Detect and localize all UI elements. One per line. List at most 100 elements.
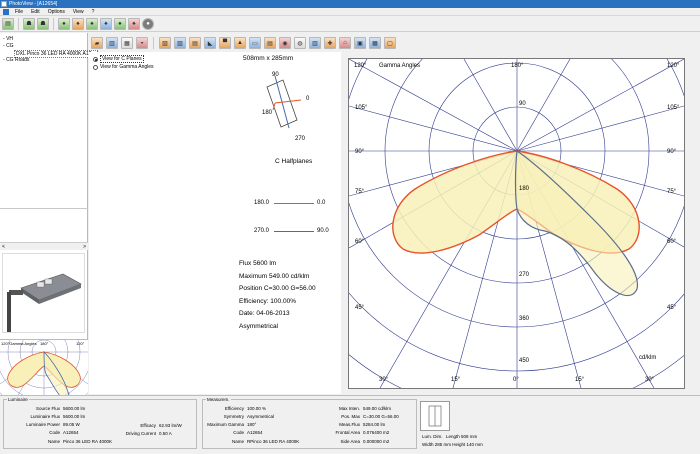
house-icon[interactable]: ⌂	[339, 37, 351, 49]
menu-bar: File Edit Options View ?	[0, 8, 700, 16]
halfplane-right-value: 90.0	[317, 228, 329, 234]
radio-dot[interactable]	[93, 64, 98, 70]
tree-horizontal-scrollbar[interactable]: < >	[0, 242, 88, 250]
window-title: PhotoView - [A12654]	[9, 1, 58, 7]
radial-label: 180	[519, 186, 530, 192]
lamp-edit-icon[interactable]: ♠	[86, 17, 98, 30]
view-cplanes-radio[interactable]: View for C Planes	[93, 55, 144, 63]
file-tree: - VH - CG DXL Pinco 36 LED RA 4000K A12.…	[0, 33, 98, 209]
bar-chart-icon[interactable]: ▥	[106, 37, 118, 49]
gauge-icon[interactable]: ◉	[279, 37, 291, 49]
utilization-icon[interactable]: ▤	[189, 37, 201, 49]
menu-help[interactable]: ?	[88, 9, 99, 15]
title-bar: PhotoView - [A12654]	[0, 0, 700, 8]
diagram-toolbar: ▰ ▥ ▦ ◒ ▧ ▨ ▤ ◣ ▀ ▲ ▭ ▤ ◉ ◍ ▥ ✚ ⌂ ▣ ▦ ▢	[89, 35, 700, 51]
code-label: Code	[49, 430, 60, 435]
menu-edit[interactable]: Edit	[27, 9, 44, 15]
flux-text: Flux 5600 lm	[239, 260, 277, 267]
cone-icon[interactable]: ▲	[234, 37, 246, 49]
orientation-diagram: 90 0 180 270	[235, 70, 315, 150]
dimensions-text: 508mm x 285mm	[243, 55, 294, 62]
lamp-copy-icon[interactable]: ♠	[114, 17, 126, 30]
side-area-value: 0.000000 m2	[363, 439, 390, 444]
menu-options[interactable]: Options	[44, 9, 69, 15]
main-toolbar: ▤ ☗ ☗ ♠ ♠ ♠ ♠ ♠ ♠ ●	[0, 16, 700, 32]
polar-left-angle: 90°	[355, 149, 365, 155]
m-efficiency-value: 100.00 %	[247, 406, 267, 411]
polar-right-angle: 45°	[667, 305, 677, 311]
layout-icon[interactable]: ▢	[384, 37, 396, 49]
polar-bottom-angle: 15°	[451, 377, 461, 383]
app-icon	[1, 1, 7, 7]
table-icon[interactable]: ▦	[121, 37, 133, 49]
m-symmetry-value: Asymmetrical	[247, 414, 275, 419]
glare-icon[interactable]: ▀	[219, 37, 231, 49]
mini-left-label: 120°Gamma Angles	[1, 341, 37, 346]
lamp-green-icon[interactable]: ♠	[58, 17, 70, 30]
zonal-icon[interactable]: ▭	[249, 37, 261, 49]
frontal-area-label: Frontal Area	[335, 430, 360, 435]
tree-item-label: CG	[6, 43, 14, 49]
road-icon[interactable]: ▥	[309, 37, 321, 49]
date-text: Date: 04-06-2013	[239, 310, 290, 317]
lamp-delete-icon[interactable]: ♠	[128, 17, 140, 30]
luminance-icon[interactable]: ◣	[204, 37, 216, 49]
isolux-icon[interactable]: ▧	[159, 37, 171, 49]
scroll-left-icon[interactable]: <	[2, 244, 5, 250]
tree-item-label: VH	[6, 36, 14, 42]
report-icon[interactable]: ▤	[264, 37, 276, 49]
radial-label: 450	[519, 358, 530, 364]
polar-diagram-panel: 120° Gamma Angles 180° 120° 105° 90° 75°…	[348, 58, 685, 389]
tree-item-cg-roads[interactable]: - CG Roads	[3, 57, 29, 63]
radio-dot[interactable]	[93, 56, 98, 62]
halfplane-legend-row: 180.0 0.0	[254, 200, 334, 210]
position-text: Position C=30.00 G=56.00	[239, 285, 316, 292]
source-flux-value: 5600.00 lm	[63, 406, 86, 411]
m-max-gamma-label: Maximum Gamma	[207, 422, 244, 427]
mini-right-label: 120°	[76, 341, 85, 346]
polar-unit-label: cd/klm	[639, 355, 657, 361]
polar-right-angle: 90°	[667, 149, 677, 155]
bottom-info-panel: Luminaire Source Flux 5600.00 lm Luminai…	[0, 395, 700, 454]
polar-diagram-icon[interactable]: ◒	[136, 37, 148, 49]
pos-max-value: C=30.00 G=56.00	[363, 414, 399, 419]
cross-icon[interactable]: ✚	[324, 37, 336, 49]
source-flux-label: Source Flux	[35, 406, 60, 411]
cartesian-icon[interactable]: ▨	[174, 37, 186, 49]
maximum-text: Maximum 549.00 cd/klm	[239, 272, 310, 280]
people-add-icon[interactable]: ☗	[37, 17, 49, 30]
polar-top-right-angle: 120°	[667, 63, 680, 69]
tree-item-cg[interactable]: - CG	[3, 43, 14, 49]
lamp-orange-icon[interactable]: ♠	[72, 17, 84, 30]
document-icon[interactable]	[3, 8, 9, 15]
frame-icon[interactable]: ▣	[354, 37, 366, 49]
stop-icon[interactable]: ●	[142, 17, 154, 30]
orientation-left-label: 180	[262, 110, 273, 116]
polar-left-angle: 105°	[355, 105, 368, 111]
scroll-right-icon[interactable]: >	[83, 244, 86, 250]
grid-icon[interactable]: ▦	[369, 37, 381, 49]
name-label: Name	[47, 439, 60, 444]
code-value: A12654	[63, 430, 79, 435]
tree-item-vh[interactable]: - VH	[3, 36, 13, 42]
orientation-bottom-label: 270	[295, 136, 306, 142]
toolbar-separator	[18, 17, 19, 30]
people-icon[interactable]: ☗	[23, 17, 35, 30]
polar-right-angle: 60°	[667, 239, 677, 245]
menu-file[interactable]: File	[11, 9, 27, 15]
efficiency-text: Efficiency: 100.00%	[239, 297, 296, 305]
lamp-blue-icon[interactable]: ♠	[100, 17, 112, 30]
polar-diagram	[349, 59, 684, 388]
polar-left-angle: 45°	[355, 305, 365, 311]
radial-label: 360	[519, 316, 530, 322]
globe-icon[interactable]: ◍	[294, 37, 306, 49]
folder-open-icon[interactable]: ▤	[2, 17, 14, 30]
max-intensity-value: 549.00 cd/klm	[363, 406, 392, 411]
m-max-gamma-value: 180°	[247, 422, 257, 427]
photometric-info: Flux 5600 lm Maximum 549.00 cd/klm Posit…	[239, 258, 316, 333]
lum-dim-label: Lum. Dim.	[422, 434, 443, 439]
menu-view[interactable]: View	[69, 9, 88, 15]
view-gamma-radio[interactable]: View for Gamma Angles	[93, 64, 154, 70]
polar-bottom-angle: 30°	[645, 377, 655, 383]
folder-icon[interactable]: ▰	[91, 37, 103, 49]
